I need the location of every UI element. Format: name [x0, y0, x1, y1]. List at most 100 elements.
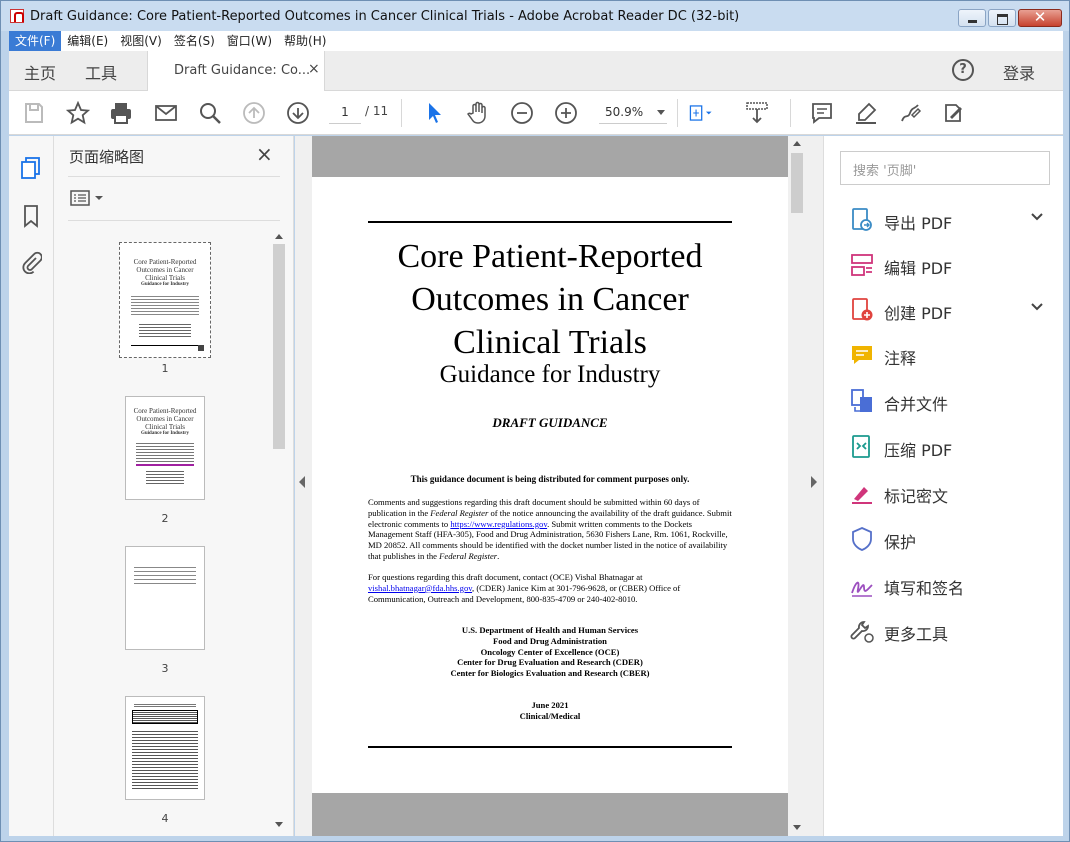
export-pdf-icon: [850, 208, 874, 232]
tool-create-pdf[interactable]: 创建 PDF: [850, 298, 1050, 324]
agency-block: U.S. Department of Health and Human Serv…: [450, 625, 650, 679]
email-icon[interactable]: [154, 101, 178, 125]
tool-combine-files[interactable]: 合并文件: [850, 389, 1050, 415]
fit-page-icon[interactable]: [689, 101, 723, 125]
tool-redact[interactable]: 标记密文: [850, 481, 1050, 507]
login-button[interactable]: 登录: [1003, 60, 1035, 84]
document-tab-label: Draft Guidance: Co...: [174, 63, 311, 78]
tab-tools[interactable]: 工具: [85, 60, 117, 84]
acrobat-app-icon: [10, 9, 24, 23]
bookmarks-icon[interactable]: [20, 204, 42, 228]
thumbnail-options-icon[interactable]: [70, 188, 110, 208]
distribution-notice: This guidance document is being distribu…: [410, 474, 690, 484]
document-viewport[interactable]: Core Patient-Reported Outcomes in Cancer…: [295, 136, 823, 836]
thumbnail-page-1[interactable]: Core Patient-Reported Outcomes in Cancer…: [119, 242, 211, 358]
edit-pdf-icon: [850, 253, 874, 277]
collapse-right-panel-icon[interactable]: [811, 476, 817, 488]
next-page-icon[interactable]: [286, 101, 310, 125]
maximize-button[interactable]: [988, 9, 1016, 27]
menu-edit[interactable]: 编辑(E): [61, 31, 114, 51]
more-tools-icon: [850, 619, 874, 643]
save-icon[interactable]: [22, 101, 46, 125]
zoom-in-icon[interactable]: [554, 101, 578, 125]
navigation-rail: [9, 136, 54, 836]
print-icon[interactable]: [109, 101, 133, 125]
fill-sign-toolbar-icon[interactable]: [942, 101, 966, 125]
highlight-icon[interactable]: [854, 101, 878, 125]
regulations-link[interactable]: https://www.regulations.gov: [450, 519, 547, 529]
tools-search-input[interactable]: 搜索 '页脚': [840, 151, 1050, 185]
zoom-value: 50.9%: [605, 105, 644, 119]
thumbnail-page-number: 3: [161, 662, 169, 675]
create-pdf-icon: [850, 298, 874, 322]
thumbnail-page-number: 2: [161, 512, 169, 525]
help-icon[interactable]: ?: [952, 59, 974, 81]
search-icon[interactable]: [198, 101, 222, 125]
close-panel-icon[interactable]: ×: [256, 142, 273, 166]
tab-home[interactable]: 主页: [24, 60, 56, 84]
thumbnail-page-number: 4: [161, 812, 169, 825]
attachments-icon[interactable]: [20, 250, 43, 275]
tool-comment[interactable]: 注释: [850, 343, 1050, 369]
tool-label: 保护: [884, 533, 917, 552]
menu-bar: 文件(F) 编辑(E) 视图(V) 签名(S) 窗口(W) 帮助(H): [9, 31, 1063, 51]
thumbnail-scrollbar[interactable]: [272, 232, 286, 832]
thumb-2-title: Core Patient-Reported Outcomes in Cancer…: [133, 407, 197, 431]
thumbnail-page-3[interactable]: [125, 546, 205, 650]
thumbnail-page-4[interactable]: [125, 696, 205, 800]
document-scrollbar[interactable]: [789, 136, 805, 836]
tools-pane: 搜索 '页脚' 导出 PDF 编辑 PDF 创建 PDF 注释合并文件压缩 PDF 标记…: [823, 136, 1063, 836]
contact-paragraph: For questions regarding this draft docum…: [368, 572, 681, 604]
tool-compress-pdf[interactable]: 压缩 PDF: [850, 435, 1050, 461]
menu-file[interactable]: 文件(F): [9, 31, 62, 51]
redact-icon: [850, 481, 874, 505]
zoom-out-icon[interactable]: [510, 101, 534, 125]
tab-document[interactable]: Draft Guidance: Co... ×: [147, 51, 325, 91]
select-tool-icon[interactable]: [423, 101, 447, 125]
document-title: Core Patient-Reported Outcomes in Cancer…: [397, 238, 703, 361]
email-link[interactable]: vishal.bhatnagar@fda.hhs.gov: [368, 583, 472, 593]
bookmark-star-icon[interactable]: [65, 100, 91, 125]
close-window-button[interactable]: ✕: [1018, 8, 1062, 27]
scroll-mode-icon[interactable]: [745, 101, 769, 125]
tool-protect[interactable]: 保护: [850, 527, 1050, 553]
menu-sign[interactable]: 签名(S): [168, 31, 221, 51]
tool-label: 合并文件: [884, 395, 949, 414]
tool-fill-sign[interactable]: 填写和签名: [850, 573, 1050, 599]
tool-edit-pdf[interactable]: 编辑 PDF: [850, 253, 1050, 279]
thumbnail-page-number: 1: [161, 362, 169, 375]
collapse-left-panel-icon[interactable]: [299, 476, 305, 488]
tool-export-pdf[interactable]: 导出 PDF: [850, 208, 1050, 234]
menu-view[interactable]: 视图(V): [114, 31, 168, 51]
chevron-down-icon[interactable]: [1030, 300, 1044, 318]
chevron-down-icon[interactable]: [1030, 210, 1044, 228]
document-subtitle: Guidance for Industry: [439, 361, 661, 388]
tool-label: 注释: [884, 349, 917, 368]
thumb-1-title: Core Patient-Reported Outcomes in Cancer…: [133, 258, 197, 282]
compress-pdf-icon: [850, 435, 874, 459]
thumbnail-panel-title: 页面缩略图: [69, 148, 145, 166]
page-number-input[interactable]: 1: [329, 100, 361, 124]
draw-tool-icon[interactable]: [898, 101, 922, 125]
minimize-button[interactable]: [958, 9, 986, 27]
fill-sign-icon: [850, 573, 874, 597]
draft-guidance-label: DRAFT GUIDANCE: [492, 415, 608, 430]
tool-label: 更多工具: [884, 625, 949, 644]
comment-tool-icon[interactable]: [810, 101, 834, 125]
app-window: Draft Guidance: Core Patient-Reported Ou…: [0, 0, 1070, 842]
previous-page-icon[interactable]: [242, 101, 266, 125]
close-tab-icon[interactable]: ×: [308, 61, 320, 77]
page-thumbnails-icon[interactable]: [20, 156, 42, 180]
menu-help[interactable]: 帮助(H): [278, 31, 332, 51]
menu-window[interactable]: 窗口(W): [221, 31, 278, 51]
page-total: / 11: [365, 104, 389, 118]
main-toolbar: 1 / 11 50.9%: [9, 91, 1063, 135]
zoom-level-select[interactable]: 50.9%: [599, 100, 667, 124]
date-block: June 2021 Clinical/Medical: [519, 700, 581, 721]
thumbnail-page-2[interactable]: Core Patient-Reported Outcomes in Cancer…: [125, 396, 205, 500]
tool-label: 编辑 PDF: [884, 259, 953, 278]
tool-label: 导出 PDF: [884, 214, 953, 233]
hand-tool-icon[interactable]: [466, 101, 490, 125]
tool-more-tools[interactable]: 更多工具: [850, 619, 1050, 645]
thumb-2-subtitle: Guidance for Industry: [141, 431, 189, 436]
